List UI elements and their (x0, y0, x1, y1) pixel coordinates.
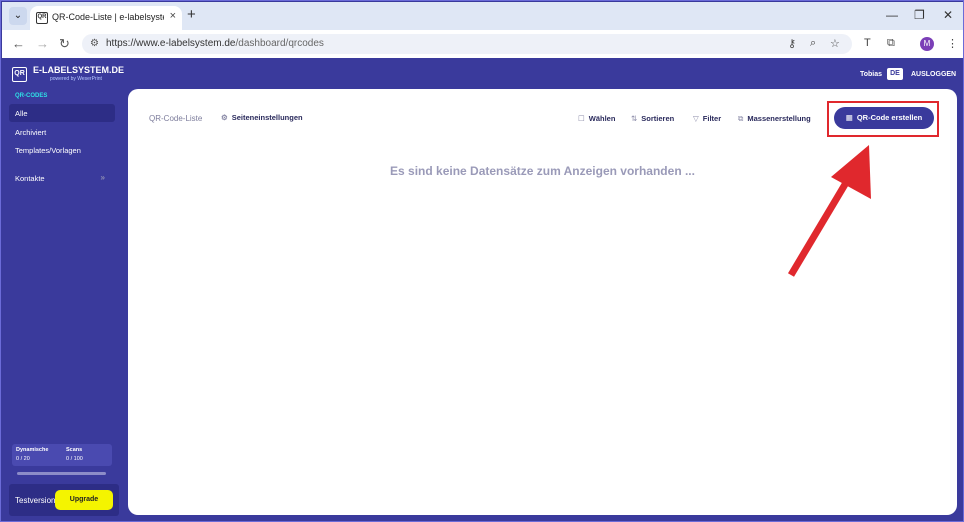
dynamic-value: 0 / 20 (16, 456, 30, 462)
tab-search-icon[interactable]: ⌄ (9, 7, 27, 25)
browser-window: ⌄ QR QR-Code-Liste | e-labelsystem.de × … (0, 0, 964, 522)
url-domain: https://www.e-labelsystem.de (106, 38, 236, 49)
minimize-icon[interactable]: — (886, 8, 898, 22)
filter-button[interactable]: ▽ Filter (693, 114, 721, 123)
profile-avatar[interactable]: M (920, 37, 934, 51)
select-button[interactable]: ☐ Wählen (578, 114, 615, 123)
qr-favicon-icon: QR (36, 12, 48, 24)
sidebar-item-alle[interactable]: Alle (9, 104, 115, 122)
quota-panel: Dynamische 0 / 20 Scans 0 / 100 (12, 444, 112, 466)
sidebar-item-kontakte[interactable]: Kontakte » (9, 169, 115, 187)
logout-button[interactable]: AUSLOGGEN (911, 71, 956, 78)
sidebar-item-archiviert[interactable]: Archiviert (9, 123, 115, 141)
sidebar-item-label: Kontakte (15, 174, 45, 183)
scans-value: 0 / 100 (66, 456, 83, 462)
gear-icon: ⚙ (221, 113, 228, 122)
logo-name[interactable]: E-LABELSYSTEM.DE (33, 65, 124, 75)
sort-icon: ⇅ (631, 114, 638, 123)
reload-icon[interactable]: ↻ (59, 36, 70, 52)
highlight-box (827, 101, 939, 137)
bookmark-star-icon[interactable]: ☆ (830, 37, 840, 50)
tab-bar: ⌄ QR QR-Code-Liste | e-labelsystem.de × … (2, 2, 963, 30)
tab-close-icon[interactable]: × (170, 10, 176, 22)
forward-icon[interactable]: → (36, 36, 49, 51)
trial-panel: Testversion Upgrade (9, 484, 119, 516)
checkbox-icon: ☐ (578, 114, 585, 123)
bulk-create-button[interactable]: ⧉ Massenerstellung (738, 114, 811, 124)
breadcrumb[interactable]: QR-Code-Liste (149, 114, 202, 123)
page-settings-label: Seiteneinstellungen (231, 113, 303, 122)
sidebar-section-title: QR-CODES (15, 93, 48, 99)
sidebar-item-label: Templates/Vorlagen (15, 146, 81, 155)
filter-label: Filter (702, 114, 722, 123)
logo-subtitle: powered by WeserPrint (50, 76, 102, 82)
back-icon[interactable]: ← (12, 36, 25, 51)
url-text: https://www.e-labelsystem.de/dashboard/q… (106, 38, 324, 49)
sidebar-item-label: Archiviert (15, 128, 47, 137)
app-header: QR E-LABELSYSTEM.DE powered by WeserPrin… (2, 58, 963, 88)
browser-toolbar: ← → ↻ ⚙ https://www.e-labelsystem.de/das… (2, 30, 963, 58)
upgrade-button[interactable]: Upgrade (55, 490, 113, 510)
page-settings-button[interactable]: ⚙ Seiteneinstellungen (221, 113, 303, 122)
filter-icon: ▽ (693, 114, 699, 123)
trial-label: Testversion (15, 496, 56, 505)
sort-button[interactable]: ⇅ Sortieren (631, 114, 674, 123)
address-bar[interactable]: ⚙ https://www.e-labelsystem.de/dashboard… (82, 34, 852, 54)
scans-label: Scans (66, 447, 83, 453)
quota-progress-bar (17, 472, 106, 475)
restore-icon[interactable]: ❐ (914, 8, 925, 22)
select-label: Wählen (588, 114, 616, 123)
site-info-icon[interactable]: ⚙ (90, 38, 99, 49)
translate-icon[interactable]: T (864, 37, 871, 49)
copy-icon: ⧉ (738, 114, 744, 123)
sidebar-item-label: Alle (15, 109, 28, 118)
user-name[interactable]: Tobias (860, 71, 882, 78)
dynamic-label: Dynamische (16, 447, 49, 453)
tab-title: QR-Code-Liste | e-labelsystem.de (52, 12, 164, 22)
browser-tab[interactable]: QR QR-Code-Liste | e-labelsystem.de × (30, 6, 182, 30)
extensions-icon[interactable]: ⧉ (887, 37, 895, 50)
language-selector[interactable]: DE (887, 68, 903, 80)
new-tab-icon[interactable]: + (187, 6, 196, 23)
zoom-icon[interactable]: ⌕ (810, 37, 816, 50)
close-window-icon[interactable]: ✕ (943, 8, 953, 22)
annotation-arrow-icon (787, 145, 871, 277)
url-path: /dashboard/qrcodes (235, 38, 324, 49)
menu-kebab-icon[interactable]: ⋮ (947, 37, 958, 50)
sidebar-item-templates[interactable]: Templates/Vorlagen (9, 141, 115, 159)
qr-logo-icon: QR (12, 67, 27, 82)
key-icon[interactable]: ⚷ (788, 37, 796, 50)
expand-chevron-icon[interactable]: » (101, 173, 105, 182)
sort-label: Sortieren (641, 114, 675, 123)
bulk-create-label: Massenerstellung (747, 114, 811, 123)
